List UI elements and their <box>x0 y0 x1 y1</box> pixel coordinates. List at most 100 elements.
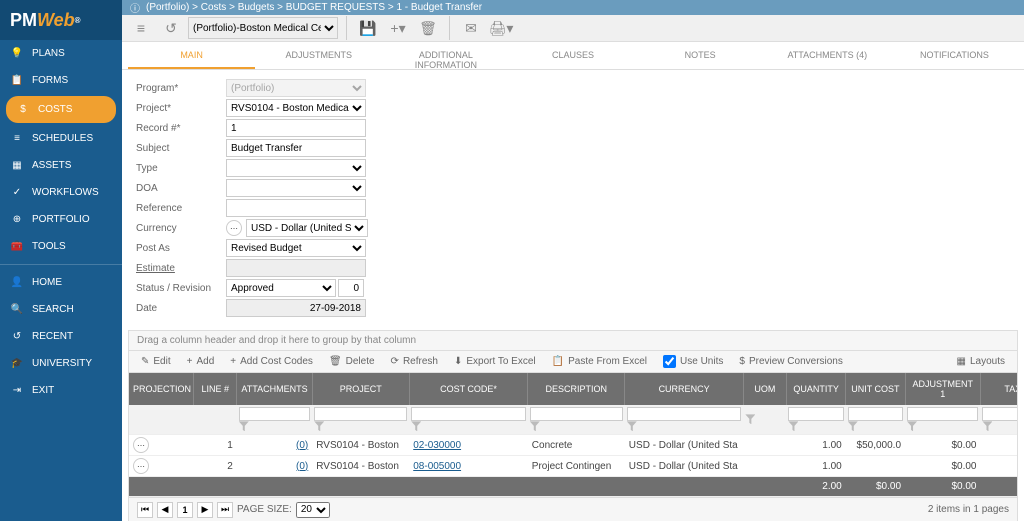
tab-attachments[interactable]: ATTACHMENTS (4) <box>764 42 891 69</box>
grid-export[interactable]: ⬇Export To Excel <box>448 354 542 369</box>
nav-costs[interactable]: $COSTS <box>6 96 116 123</box>
col-projection[interactable]: PROJECTION <box>129 373 194 405</box>
pager-current[interactable]: 1 <box>177 502 193 518</box>
col-attachments[interactable]: ATTACHMENTS <box>237 373 312 405</box>
tab-adjustments[interactable]: ADJUSTMENTS <box>255 42 382 69</box>
filter-icon[interactable] <box>411 421 421 431</box>
filter-adj1[interactable] <box>907 407 978 421</box>
postas-field[interactable]: Revised Budget <box>226 239 366 257</box>
nav-exit[interactable]: ⇥EXIT <box>0 377 122 404</box>
grid-edit[interactable]: ✎Edit <box>135 354 177 369</box>
grid-add[interactable]: +Add <box>181 354 221 369</box>
save-icon[interactable]: 💾 <box>355 15 381 41</box>
menu-icon[interactable]: ≡ <box>128 15 154 41</box>
search-icon: 🔍 <box>10 304 24 315</box>
nav-plans[interactable]: 💡PLANS <box>0 40 122 67</box>
pager-next[interactable]: ▶ <box>197 502 213 518</box>
project-field[interactable]: RVS0104 - Boston Medical Center <box>226 99 366 117</box>
estimate-label[interactable]: Estimate <box>136 263 226 274</box>
reference-field[interactable] <box>226 199 366 217</box>
grid-layouts[interactable]: ▦Layouts <box>951 354 1011 369</box>
nav-forms[interactable]: 📋FORMS <box>0 67 122 94</box>
filter-icon[interactable] <box>530 421 540 431</box>
add-icon[interactable]: +▾ <box>385 15 411 41</box>
col-adjustment1[interactable]: ADJUSTMENT 1 <box>905 373 980 405</box>
pager-last[interactable]: ⏭ <box>217 502 233 518</box>
revision-field[interactable] <box>338 279 364 297</box>
filter-icon[interactable] <box>239 421 249 431</box>
pager-prev[interactable]: ◀ <box>157 502 173 518</box>
mail-icon[interactable]: ✉ <box>458 15 484 41</box>
subject-field[interactable] <box>226 139 366 157</box>
filter-icon[interactable] <box>982 421 992 431</box>
filter-icon[interactable] <box>907 421 917 431</box>
status-field[interactable]: Approved <box>226 279 336 297</box>
nav-home[interactable]: 👤HOME <box>0 269 122 296</box>
filter-attachments[interactable] <box>239 407 310 421</box>
col-line[interactable]: LINE # <box>194 373 237 405</box>
table-row[interactable]: ⋯ 2 (0) RVS0104 - Boston 08-005000 Proje… <box>129 456 1017 477</box>
nav-workflows[interactable]: ✓WORKFLOWS <box>0 179 122 206</box>
tab-notifications[interactable]: NOTIFICATIONS <box>891 42 1018 69</box>
grid-use-units[interactable]: Use Units <box>657 353 729 370</box>
grid-scroll[interactable]: PROJECTION LINE # ATTACHMENTS PROJECT CO… <box>129 373 1017 497</box>
filter-qty[interactable] <box>788 407 843 421</box>
filter-icon[interactable] <box>627 421 637 431</box>
use-units-checkbox[interactable] <box>663 355 676 368</box>
filter-icon[interactable] <box>745 414 755 424</box>
col-currency[interactable]: CURRENCY <box>625 373 744 405</box>
project-dropdown[interactable]: (Portfolio)-Boston Medical Center - 1 <box>188 17 338 39</box>
record-field[interactable] <box>226 119 366 137</box>
tab-notes[interactable]: NOTES <box>637 42 764 69</box>
cell-attachments[interactable]: (0) <box>237 435 312 456</box>
nav-recent[interactable]: ↺RECENT <box>0 323 122 350</box>
grid-group-hint[interactable]: Drag a column header and drop it here to… <box>129 331 1017 351</box>
nav-schedules[interactable]: ≡SCHEDULES <box>0 125 122 152</box>
row-menu-icon[interactable]: ⋯ <box>133 437 149 453</box>
nav-search[interactable]: 🔍SEARCH <box>0 296 122 323</box>
cell-cost-code[interactable]: 08-005000 <box>409 456 528 477</box>
nav-portfolio[interactable]: ⊕PORTFOLIO <box>0 206 122 233</box>
grid-paste[interactable]: 📋Paste From Excel <box>546 354 653 369</box>
info-icon[interactable]: ⓘ <box>130 0 140 15</box>
col-uom[interactable]: UOM <box>743 373 786 405</box>
cell-cost-code[interactable]: 02-030000 <box>409 435 528 456</box>
filter-cost-code[interactable] <box>411 407 526 421</box>
type-field[interactable] <box>226 159 366 177</box>
col-unit-cost[interactable]: UNIT COST <box>846 373 905 405</box>
grid-refresh[interactable]: ⟳Refresh <box>385 354 444 369</box>
filter-unit[interactable] <box>848 407 903 421</box>
col-project[interactable]: PROJECT <box>312 373 409 405</box>
grid-add-cost-codes[interactable]: +Add Cost Codes <box>224 354 319 369</box>
filter-description[interactable] <box>530 407 623 421</box>
print-icon[interactable]: 🖨▾ <box>488 15 514 41</box>
col-description[interactable]: DESCRIPTION <box>528 373 625 405</box>
col-cost-code[interactable]: COST CODE* <box>409 373 528 405</box>
row-menu-icon[interactable]: ⋯ <box>133 458 149 474</box>
col-quantity[interactable]: QUANTITY <box>786 373 845 405</box>
filter-icon[interactable] <box>848 421 858 431</box>
nav-assets[interactable]: ▦ASSETS <box>0 152 122 179</box>
page-size-select[interactable]: 20 <box>296 502 330 518</box>
tab-additional-info[interactable]: ADDITIONAL INFORMATION <box>382 42 509 69</box>
filter-currency[interactable] <box>627 407 742 421</box>
nav-tools[interactable]: 🧰TOOLS <box>0 233 122 260</box>
tab-clauses[interactable]: CLAUSES <box>509 42 636 69</box>
nav-university[interactable]: 🎓UNIVERSITY <box>0 350 122 377</box>
filter-icon[interactable] <box>788 421 798 431</box>
filter-icon[interactable] <box>314 421 324 431</box>
col-tax[interactable]: TAX <box>980 373 1017 405</box>
filter-tax[interactable] <box>982 407 1017 421</box>
cell-attachments[interactable]: (0) <box>237 456 312 477</box>
pager-first[interactable]: ⏮ <box>137 502 153 518</box>
history-icon[interactable]: ↺ <box>158 15 184 41</box>
tab-main[interactable]: MAIN <box>128 42 255 69</box>
table-row[interactable]: ⋯ 1 (0) RVS0104 - Boston 02-030000 Concr… <box>129 435 1017 456</box>
currency-field[interactable]: USD - Dollar (United States of America) <box>246 219 368 237</box>
doa-field[interactable] <box>226 179 366 197</box>
currency-more-icon[interactable]: ⋯ <box>226 220 242 236</box>
filter-project[interactable] <box>314 407 407 421</box>
delete-icon[interactable]: 🗑 <box>415 15 441 41</box>
grid-preview-conversions[interactable]: $Preview Conversions <box>733 354 849 369</box>
grid-delete[interactable]: 🗑Delete <box>323 354 381 369</box>
